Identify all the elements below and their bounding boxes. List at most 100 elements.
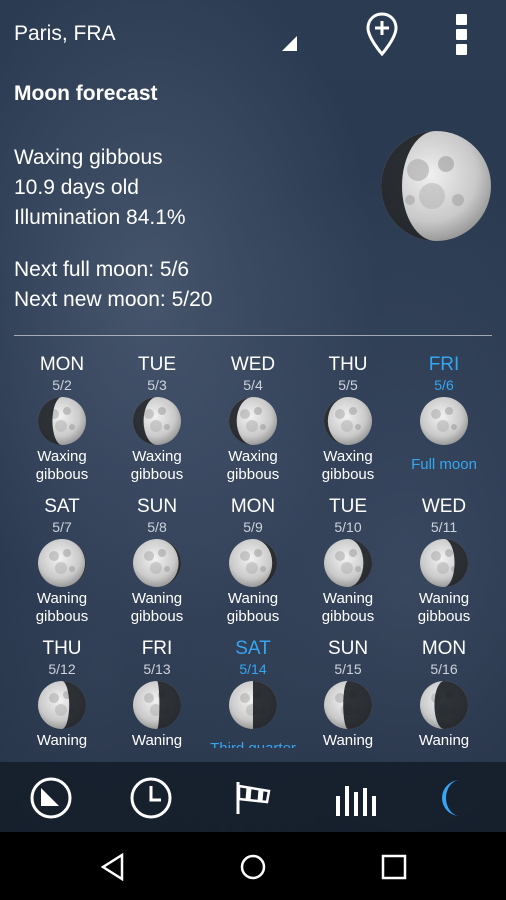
moon-phase-icon [324, 539, 372, 587]
forecast-day: MON 5/2 Waxing gibbous [14, 354, 110, 484]
date-label: 5/16 [430, 661, 458, 677]
forecast-day: SAT 5/14 Third quarter [205, 638, 301, 748]
day-label: TUE [329, 496, 367, 517]
moon-phase-icon [38, 681, 86, 729]
date-label: 5/11 [430, 519, 458, 535]
phase-label: Waning gibbous [321, 590, 375, 625]
date-label: 5/4 [243, 377, 263, 393]
current-phase: Waxing gibbous [14, 146, 163, 169]
phase-label: Waxing gibbous [226, 448, 280, 483]
moon-phase-grid: MON 5/2 Waxing gibbous TUE 5/3 Waxing gibbous… [0, 340, 506, 748]
current-moon-icon [381, 131, 491, 241]
clock-face-icon[interactable] [27, 774, 75, 822]
windsock-icon[interactable] [229, 774, 277, 822]
day-label: MON [230, 496, 276, 517]
forecast-day: TUE 5/10 Waning gibbous [300, 496, 396, 626]
top-bar: Paris, FRA [0, 0, 506, 70]
system-navigation-bar [0, 832, 506, 900]
day-label: WED [230, 354, 276, 375]
date-label: 5/9 [243, 519, 263, 535]
section-title: Moon forecast [14, 82, 158, 105]
day-label: FRI [428, 354, 460, 375]
date-label: 5/12 [48, 661, 76, 677]
day-label: MON [39, 354, 85, 375]
forecast-day: TUE 5/3 Waxing gibbous [109, 354, 205, 484]
bar-chart-icon[interactable] [330, 774, 378, 822]
next-new-moon: Next new moon: 5/20 [14, 288, 213, 311]
date-label: 5/14 [239, 661, 267, 677]
phase-label: Waxing gibbous [130, 448, 184, 483]
overflow-menu-icon[interactable] [456, 14, 472, 56]
moon-phase-icon [420, 681, 468, 729]
phase-label: Waning [36, 732, 88, 748]
day-label: SUN [327, 638, 369, 659]
moon-phase-icon [420, 539, 468, 587]
phase-label: Waning gibbous [130, 590, 184, 625]
recents-icon[interactable] [379, 852, 409, 882]
phase-label: Full moon [411, 456, 477, 473]
date-label: 5/7 [52, 519, 72, 535]
date-label: 5/13 [143, 661, 171, 677]
phase-label: Waning gibbous [35, 590, 89, 625]
forecast-day: FRI 5/13 Waning [109, 638, 205, 748]
day-label: THU [42, 638, 82, 659]
day-label: SAT [235, 638, 271, 659]
day-label: SUN [136, 496, 178, 517]
day-label: SAT [44, 496, 80, 517]
back-icon[interactable] [98, 852, 128, 882]
moon-phase-icon [229, 539, 277, 587]
phase-label: Waning gibbous [226, 590, 280, 625]
add-location-icon[interactable] [366, 12, 398, 58]
crescent-moon-icon[interactable] [430, 774, 478, 822]
day-label: FRI [141, 638, 173, 659]
moon-phase-icon [420, 397, 468, 445]
forecast-day: MON 5/16 Waning [396, 638, 492, 748]
day-label: THU [328, 354, 368, 375]
moon-phase-icon [324, 681, 372, 729]
day-label: MON [421, 638, 467, 659]
moon-phase-icon [133, 539, 181, 587]
home-icon[interactable] [238, 852, 268, 882]
forecast-day: THU 5/12 Waning [14, 638, 110, 748]
illumination: Illumination 84.1% [14, 206, 186, 229]
forecast-day: SUN 5/15 Waning [300, 638, 396, 748]
date-label: 5/3 [147, 377, 167, 393]
phase-label: Waning [418, 732, 470, 748]
phase-label: Waxing gibbous [321, 448, 375, 483]
date-label: 5/8 [147, 519, 167, 535]
divider [14, 335, 492, 336]
moon-phase-icon [38, 397, 86, 445]
forecast-day: WED 5/11 Waning gibbous [396, 496, 492, 626]
phase-label: Waning [322, 732, 374, 748]
day-label: TUE [138, 354, 176, 375]
moon-phase-icon [229, 397, 277, 445]
phase-label: Waning gibbous [417, 590, 471, 625]
moon-age: 10.9 days old [14, 176, 139, 199]
date-label: 5/10 [334, 519, 362, 535]
day-label: WED [421, 496, 467, 517]
moon-phase-icon [324, 397, 372, 445]
moon-phase-icon [229, 681, 277, 729]
forecast-day: FRI 5/6 Full moon [396, 354, 492, 474]
moon-phase-icon [133, 397, 181, 445]
phase-label: Waxing gibbous [35, 448, 89, 483]
next-full-moon: Next full moon: 5/6 [14, 258, 190, 281]
forecast-day: SUN 5/8 Waning gibbous [109, 496, 205, 626]
location-label[interactable]: Paris, FRA [14, 22, 116, 46]
forecast-day: WED 5/4 Waxing gibbous [205, 354, 301, 484]
forecast-day: THU 5/5 Waxing gibbous [300, 354, 396, 484]
moon-phase-icon [38, 539, 86, 587]
date-label: 5/15 [334, 661, 362, 677]
date-label: 5/5 [338, 377, 358, 393]
forecast-day: SAT 5/7 Waning gibbous [14, 496, 110, 626]
clock-icon[interactable] [127, 774, 175, 822]
phase-label: Third quarter [205, 740, 301, 748]
bottom-navigation [0, 762, 506, 832]
date-label: 5/2 [52, 377, 72, 393]
phase-label: Waning [131, 732, 183, 748]
app-screen: Paris, FRA Moon forecast Waxing gibbous … [0, 0, 506, 832]
forecast-day: MON 5/9 Waning gibbous [205, 496, 301, 626]
date-label: 5/6 [434, 377, 454, 393]
moon-phase-icon [133, 681, 181, 729]
location-dropdown-icon[interactable] [282, 36, 297, 51]
